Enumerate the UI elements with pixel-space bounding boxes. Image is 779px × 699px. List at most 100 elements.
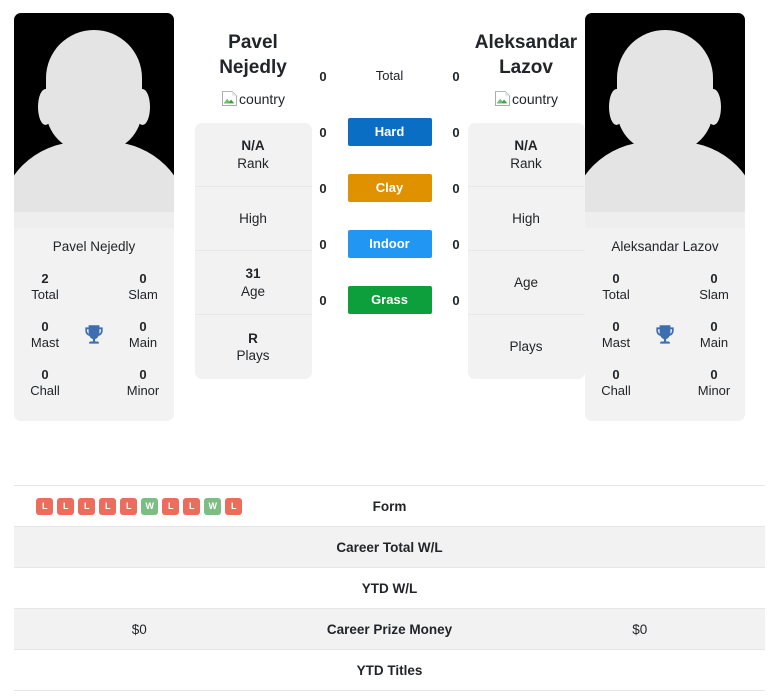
surface-label-clay[interactable]: Clay xyxy=(347,174,432,202)
form-badge-l: L xyxy=(225,497,243,515)
table-row-label: YTD W/L xyxy=(361,580,418,596)
surface-wins-left: 0 xyxy=(319,124,327,140)
surface-wins-left: 0 xyxy=(319,292,327,308)
avatar-ear-right xyxy=(135,89,150,125)
player-name-right: Aleksandar Lazov xyxy=(475,30,577,80)
player-card-name-left: Pavel Nejedly xyxy=(52,239,136,254)
avatar-ear-right xyxy=(706,89,721,125)
stat-label: Main xyxy=(699,335,729,350)
stat-value: 0 xyxy=(139,318,147,334)
attribute-label: Age xyxy=(240,283,266,299)
stat-chall: 0 Chall xyxy=(20,367,70,400)
form-badges-left: LLLLLWLLWL xyxy=(14,497,265,515)
surface-label-indoor[interactable]: Indoor xyxy=(347,230,432,258)
broken-image-icon xyxy=(495,91,510,107)
player-card-left[interactable]: Pavel Nejedly 2 Total 0 Slam 0 Mast 0 Ma… xyxy=(14,13,174,421)
attribute-value: N/A xyxy=(514,138,538,154)
surface-row-indoor: 0 Indoor 0 xyxy=(312,230,467,258)
trophy-icon xyxy=(85,325,103,344)
surface-label-total: Total xyxy=(375,68,404,83)
form-badge-l: L xyxy=(78,497,96,515)
stat-minor: 0 Minor xyxy=(118,367,168,400)
player-photo-left xyxy=(14,13,174,228)
titles-row: 0 Mast 0 Main xyxy=(20,311,168,359)
form-badge-l: L xyxy=(36,497,54,515)
avatar-base xyxy=(14,212,174,228)
stat-slam: 0 Slam xyxy=(689,271,739,304)
stat-mast: 0 Mast xyxy=(20,319,70,352)
avatar-ear-left xyxy=(38,89,53,125)
table-row-career-prize-money: $0 Career Prize Money $0 xyxy=(14,609,765,650)
table-row-label: YTD Titles xyxy=(356,662,423,678)
form-cell-left: LLLLLWLLWL xyxy=(14,497,265,515)
table-row-label: Career Total W/L xyxy=(336,539,443,555)
form-badge-l: L xyxy=(120,497,138,515)
stat-label: Mast xyxy=(601,335,631,350)
stat-label: Minor xyxy=(126,383,160,398)
titles-row: 0 Mast 0 Main xyxy=(591,311,739,359)
form-badge-l: L xyxy=(57,497,75,515)
attribute-plays: R Plays xyxy=(195,315,312,379)
surface-wins-right: 0 xyxy=(452,124,460,140)
attribute-high: High xyxy=(194,187,312,252)
form-badge-l: L xyxy=(183,497,201,515)
table-row-career-total-wl: Career Total W/L xyxy=(14,527,765,568)
player-info-right: Aleksandar Lazov country N/A Rank High A… xyxy=(467,0,585,380)
player-info-left: Pavel Nejedly country N/A Rank High 31 A… xyxy=(194,0,312,380)
stat-label: Main xyxy=(128,335,158,350)
stat-value: 0 xyxy=(612,366,620,382)
surface-wins-right: 0 xyxy=(452,180,460,196)
stat-value: 0 xyxy=(41,366,49,382)
player-attributes-left: N/A Rank High 31 Age R Plays xyxy=(194,123,312,380)
surface-label-hard[interactable]: Hard xyxy=(347,118,432,146)
stat-label: Chall xyxy=(601,383,631,398)
surface-row-clay: 0 Clay 0 xyxy=(312,174,467,202)
table-row-label: Form xyxy=(372,498,407,514)
stat-label: Slam xyxy=(128,287,158,302)
form-badge-l: L xyxy=(162,497,180,515)
player-photo-right xyxy=(585,13,745,228)
table-row-form: LLLLLWLLWL Form xyxy=(14,486,765,527)
career-prize-money-right: $0 xyxy=(632,621,648,637)
player-name-line1: Aleksandar xyxy=(474,32,578,53)
attribute-value: N/A xyxy=(241,138,265,154)
stat-label: Chall xyxy=(30,383,60,398)
stat-value: 0 xyxy=(612,270,620,286)
stat-total: 2 Total xyxy=(20,271,70,304)
player-attributes-right: N/A Rank High Age Plays xyxy=(467,123,585,380)
avatar-base xyxy=(585,212,745,228)
surface-label-grass[interactable]: Grass xyxy=(347,286,432,314)
titles-grid-right: 0 Total 0 Slam 0 Mast 0 Main 0 Chall 0 M… xyxy=(585,263,745,421)
stat-value: 0 xyxy=(139,270,147,286)
titles-grid-left: 2 Total 0 Slam 0 Mast 0 Main 0 Chall 0 M… xyxy=(14,263,174,421)
player-name-line1: Pavel xyxy=(228,32,278,53)
career-prize-money-left: $0 xyxy=(131,621,147,637)
country-alt-text: country xyxy=(239,90,285,107)
player-card-right[interactable]: Aleksandar Lazov 0 Total 0 Slam 0 Mast 0… xyxy=(585,13,745,421)
surface-wins-left: 0 xyxy=(319,180,327,196)
avatar-ear-left xyxy=(609,89,624,125)
player-name-left: Pavel Nejedly xyxy=(219,30,287,80)
form-badge-w: W xyxy=(204,497,222,515)
stat-value: 2 xyxy=(41,270,49,286)
stat-value: 0 xyxy=(139,366,147,382)
form-badge-w: W xyxy=(141,497,159,515)
comparison-table: LLLLLWLLWL Form Career Total W/L YTD W/L… xyxy=(14,485,765,691)
broken-image-icon xyxy=(222,91,237,107)
stat-mast: 0 Mast xyxy=(591,319,641,352)
attribute-label: Plays xyxy=(509,339,543,355)
player-name-line2: Lazov xyxy=(499,57,553,79)
titles-row: 0 Chall 0 Minor xyxy=(20,359,168,407)
attribute-plays: Plays xyxy=(468,315,585,379)
attribute-rank: N/A Rank xyxy=(467,123,585,188)
stat-chall: 0 Chall xyxy=(591,367,641,400)
player-name-line2: Nejedly xyxy=(219,57,287,79)
surface-comparison: 0 Total 0 0 Hard 0 0 Clay 0 0 Indoor 0 0 xyxy=(312,0,467,314)
attribute-rank: N/A Rank xyxy=(194,123,312,188)
country-flag-left: country xyxy=(221,90,285,107)
table-row-ytd-titles: YTD Titles xyxy=(14,650,765,691)
stat-value: 0 xyxy=(710,318,718,334)
attribute-label: High xyxy=(512,210,540,226)
surface-wins-right: 0 xyxy=(452,292,460,308)
stat-label: Total xyxy=(31,287,59,302)
